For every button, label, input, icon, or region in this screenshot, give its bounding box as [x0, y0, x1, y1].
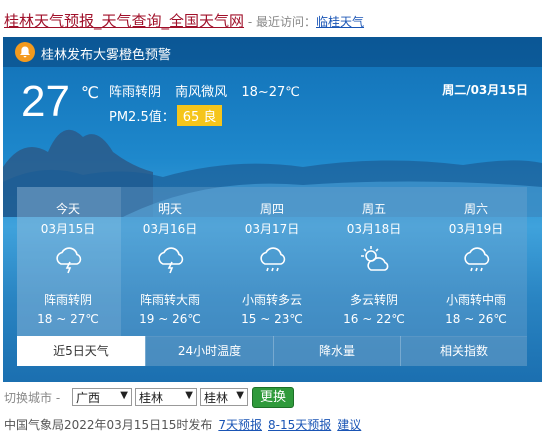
forecast-panel: 今天 03月15日 阵雨转阴 18 ~ 27℃ 明天 03月16日 阵雨转大雨 …: [17, 187, 527, 337]
light-rain-icon: [464, 247, 490, 272]
day-label: 周五: [361, 202, 386, 216]
alert-bar[interactable]: 桂林发布大雾橙色预警: [3, 37, 542, 67]
link-7day[interactable]: 7天预报: [218, 418, 262, 432]
province-value: 广西: [76, 391, 101, 405]
day-date: 03月18日: [346, 222, 402, 236]
day-date: 03月17日: [244, 222, 300, 236]
city-value: 桂林: [139, 391, 164, 405]
forecast-tabs: 近5日天气 24小时温度 降水量 相关指数: [17, 336, 527, 366]
day-desc: 阵雨转大雨: [139, 293, 200, 307]
partly-cloudy-icon: [361, 246, 389, 271]
tab-indices[interactable]: 相关指数: [400, 336, 527, 366]
day-desc: 小雨转中雨: [445, 293, 506, 307]
day-range: 15 ~ 23℃: [241, 312, 303, 326]
current-range: 18~27℃: [241, 85, 300, 100]
header-line: 桂林天气预报_天气查询_全国天气网 - 最近访问：临桂天气: [4, 10, 364, 31]
day-range: 16 ~ 22℃: [343, 312, 405, 326]
district-value: 桂林: [204, 391, 229, 405]
pm25-row: PM2.5值： 65 良: [109, 105, 223, 126]
chevron-down-icon: ▼: [120, 390, 128, 401]
light-rain-icon: [260, 247, 286, 272]
change-city-button[interactable]: 更换: [252, 387, 294, 408]
current-wind: 南风微风: [175, 85, 228, 100]
current-date: 周二/03月15日: [442, 83, 528, 97]
forecast-day[interactable]: 周四 03月17日 小雨转多云 15 ~ 23℃: [221, 187, 323, 337]
day-range: 19 ~ 26℃: [139, 312, 201, 326]
day-date: 03月16日: [142, 222, 198, 236]
day-desc: 小雨转多云: [241, 293, 302, 307]
current-conditions: 阵雨转阴 南风微风 18~27℃: [109, 81, 310, 100]
link-15day[interactable]: 8-15天预报: [268, 418, 331, 432]
chevron-down-icon: ▼: [185, 390, 193, 401]
thunder-shower-icon: [158, 247, 184, 274]
day-date: 03月15日: [40, 222, 96, 236]
weather-widget: 桂林发布大雾橙色预警 27 ℃ 阵雨转阴 南风微风 18~27℃ PM2.5值：…: [3, 37, 542, 382]
tab-5day[interactable]: 近5日天气: [17, 336, 145, 366]
forecast-day[interactable]: 周六 03月19日 小雨转中雨 18 ~ 26℃: [425, 187, 527, 337]
tab-24h-temp[interactable]: 24小时温度: [145, 336, 273, 366]
city-select[interactable]: 桂林 ▼: [135, 388, 197, 406]
day-label: 今天: [55, 202, 80, 216]
current-weather: 阵雨转阴: [109, 85, 162, 100]
chevron-down-icon: ▼: [236, 390, 244, 401]
temp-unit: ℃: [81, 83, 99, 102]
recent-visit-label: - 最近访问：: [247, 15, 316, 29]
current-temp: 27: [21, 77, 70, 126]
publish-info: 中国气象局2022年03月15日15时发布: [4, 418, 213, 432]
forecast-day[interactable]: 明天 03月16日 阵雨转大雨 19 ~ 26℃: [119, 187, 221, 337]
bell-icon: [15, 42, 35, 62]
day-label: 明天: [157, 202, 182, 216]
day-range: 18 ~ 26℃: [445, 312, 507, 326]
forecast-day[interactable]: 今天 03月15日 阵雨转阴 18 ~ 27℃: [17, 187, 119, 337]
day-date: 03月19日: [448, 222, 504, 236]
district-select[interactable]: 桂林 ▼: [200, 388, 248, 406]
recent-city-link[interactable]: 临桂天气: [316, 15, 364, 29]
alert-text[interactable]: 桂林发布大雾橙色预警: [41, 44, 171, 63]
pm25-label: PM2.5值：: [109, 110, 175, 125]
aqi-badge[interactable]: 65 良: [176, 105, 223, 126]
city-switch-label: 切换城市 -: [4, 391, 61, 405]
footer: 中国气象局2022年03月15日15时发布 7天预报 8-15天预报 建议: [4, 416, 361, 433]
forecast-day[interactable]: 周五 03月18日 多云转阴 16 ~ 22℃: [323, 187, 425, 337]
day-label: 周六: [463, 202, 488, 216]
day-desc: 多云转阴: [349, 293, 398, 307]
site-title-link[interactable]: 桂林天气预报_天气查询_全国天气网: [4, 12, 244, 30]
day-label: 周四: [259, 202, 284, 216]
day-desc: 阵雨转阴: [43, 293, 92, 307]
link-suggest[interactable]: 建议: [337, 418, 361, 432]
province-select[interactable]: 广西 ▼: [72, 388, 132, 406]
tab-precipitation[interactable]: 降水量: [273, 336, 400, 366]
day-range: 18 ~ 27℃: [37, 312, 99, 326]
thunder-shower-icon: [56, 247, 82, 274]
